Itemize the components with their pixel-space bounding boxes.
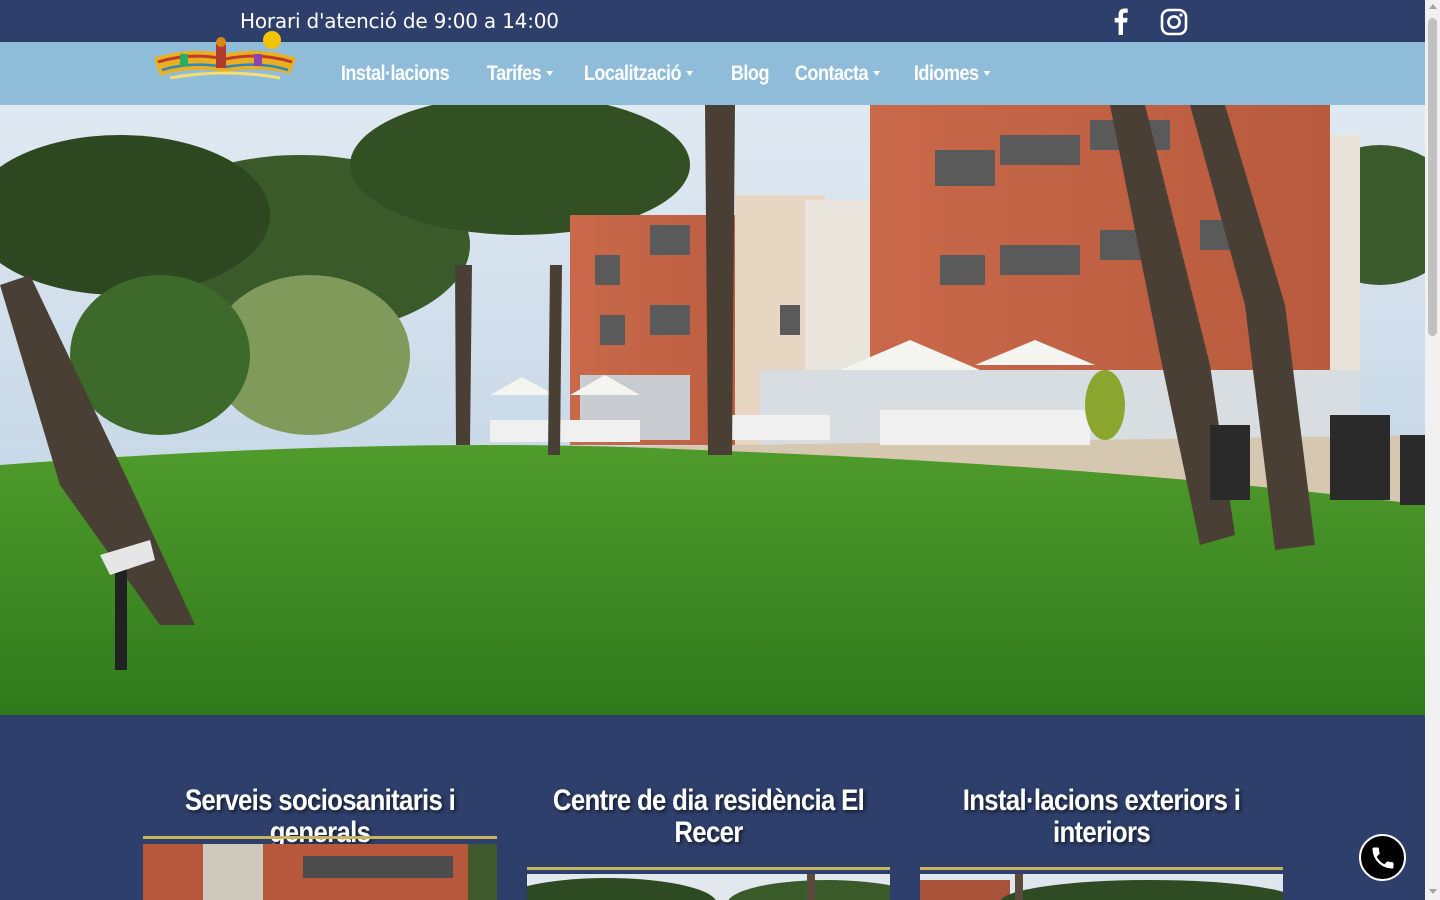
- nav-item-label: Instal·lacions: [340, 61, 450, 85]
- hero-image: [0, 105, 1425, 715]
- nav-item-contacta[interactable]: Contacta: [782, 62, 893, 86]
- features-section: Serveis sociosanitaris i generals Centre…: [0, 715, 1425, 900]
- nav-item-localitzacio[interactable]: Localització: [571, 62, 706, 86]
- card-title: Instal·lacions exteriors i interiors: [962, 784, 1241, 849]
- card-title: Centre de dia residència El Recer: [552, 784, 865, 849]
- page: Horari d'atenció de 9:00 a 14:00 Instal·…: [0, 0, 1425, 900]
- site-logo[interactable]: [150, 28, 300, 88]
- card-day-centre[interactable]: Centre de dia residència El Recer: [527, 715, 890, 900]
- caret-down-icon: [983, 71, 991, 76]
- nav-item-label: Blog: [730, 61, 770, 85]
- caret-down-icon: [686, 71, 694, 76]
- nav-item-idiomes[interactable]: Idiomes: [901, 62, 1003, 86]
- facebook-icon[interactable]: [1108, 7, 1134, 35]
- nav-item-blog[interactable]: Blog: [718, 62, 782, 86]
- instagram-icon[interactable]: [1160, 8, 1188, 36]
- main-menu: Instal·lacions Tarifes Localització Blog Con…: [328, 42, 1010, 105]
- nav-item-label: Localització: [583, 61, 682, 85]
- call-button[interactable]: [1359, 834, 1406, 881]
- page-scrollbar[interactable]: [1425, 0, 1440, 900]
- scrollbar-thumb[interactable]: [1428, 18, 1437, 336]
- card-image: [920, 874, 1283, 900]
- phone-icon: [1372, 847, 1393, 868]
- nav-item-tarifes[interactable]: Tarifes: [474, 62, 566, 86]
- nav-item-label: Idiomes: [914, 61, 979, 85]
- scroll-down-arrow[interactable]: [1429, 889, 1437, 894]
- card-divider: [143, 836, 497, 839]
- nav-item-instal-lacions[interactable]: Instal·lacions: [328, 62, 462, 86]
- nav-item-label: Tarifes: [486, 61, 542, 85]
- nav-item-label: Contacta: [795, 61, 869, 85]
- scroll-up-arrow[interactable]: [1429, 4, 1437, 9]
- card-services[interactable]: Serveis sociosanitaris i generals: [143, 715, 497, 900]
- card-facilities[interactable]: Instal·lacions exteriors i interiors: [920, 715, 1283, 900]
- card-divider: [527, 867, 890, 870]
- caret-down-icon: [546, 71, 554, 76]
- caret-down-icon: [873, 71, 881, 76]
- card-divider: [920, 867, 1283, 870]
- card-image: [527, 874, 890, 900]
- card-image: [143, 844, 497, 900]
